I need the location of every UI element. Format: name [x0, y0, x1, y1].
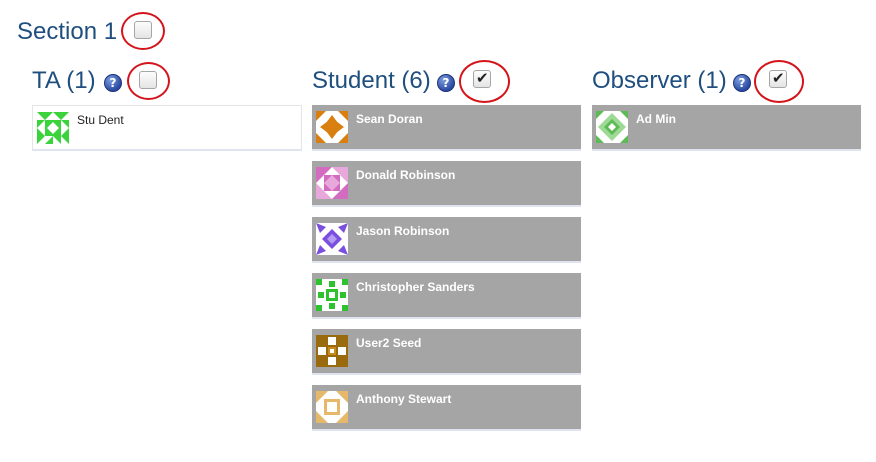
green-cross-avatar — [316, 279, 348, 311]
member-card[interactable]: Sean Doran — [312, 105, 581, 151]
member-name: Jason Robinson — [356, 224, 450, 238]
member-card[interactable]: Christopher Sanders — [312, 273, 581, 319]
member-card[interactable]: Ad Min — [592, 105, 861, 151]
help-icon[interactable]: ? — [104, 74, 122, 92]
section-checkbox-highlight-ring — [121, 12, 165, 50]
tan-quilt-avatar — [316, 391, 348, 423]
column-title-ta: TA (1) — [32, 67, 96, 94]
student-checkbox-highlight-ring — [459, 60, 510, 103]
member-card[interactable]: Donald Robinson — [312, 161, 581, 207]
member-card[interactable]: Stu Dent — [32, 105, 302, 151]
member-card[interactable]: Anthony Stewart — [312, 385, 581, 431]
column-title-observer: Observer (1) — [592, 67, 727, 94]
section-title: Section 1 — [17, 18, 118, 45]
green-quilt-avatar — [37, 112, 69, 144]
observer-checkbox-highlight-ring — [754, 60, 804, 103]
member-name: User2 Seed — [356, 336, 422, 350]
member-name: Sean Doran — [356, 112, 423, 126]
member-name: Anthony Stewart — [356, 392, 452, 406]
help-icon[interactable]: ? — [733, 74, 751, 92]
member-name: Donald Robinson — [356, 168, 456, 182]
orange-quilt-avatar — [316, 111, 348, 143]
purple-quilt-avatar — [316, 223, 348, 255]
member-card[interactable]: User2 Seed — [312, 329, 581, 375]
green-diamond-avatar — [596, 111, 628, 143]
member-card[interactable]: Jason Robinson — [312, 217, 581, 263]
help-icon[interactable]: ? — [437, 74, 455, 92]
member-name: Stu Dent — [77, 113, 124, 127]
member-name: Christopher Sanders — [356, 280, 475, 294]
member-name: Ad Min — [636, 112, 676, 126]
pink-quilt-avatar — [316, 167, 348, 199]
brown-cross-avatar — [316, 335, 348, 367]
column-title-student: Student (6) — [312, 67, 431, 94]
ta-checkbox-highlight-ring — [127, 62, 170, 100]
